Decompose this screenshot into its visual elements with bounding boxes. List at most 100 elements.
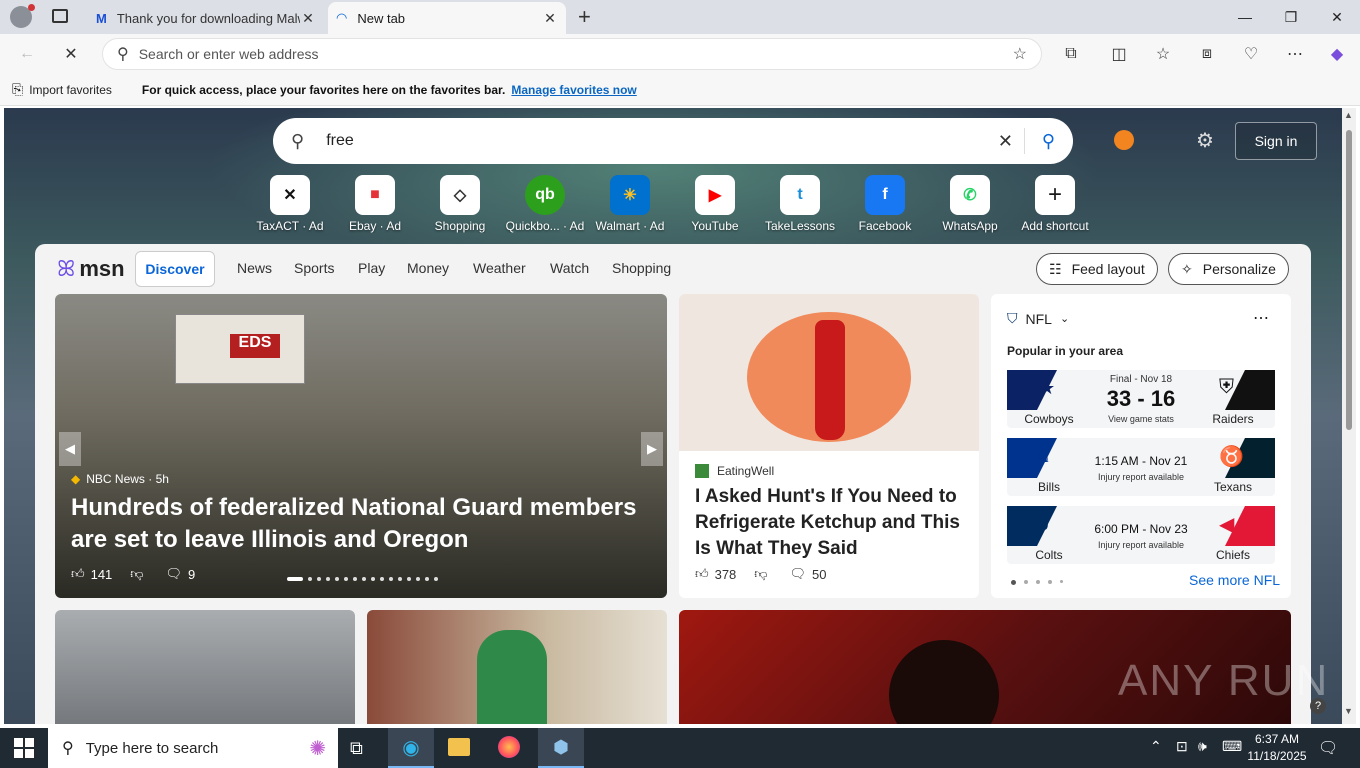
shortcut-facebook[interactable]: f Facebook [842, 175, 928, 233]
taskbar-search-input[interactable]: Type here to search [86, 740, 219, 757]
restore-icon[interactable]: ❐ [1268, 0, 1314, 34]
scroll-down-icon[interactable]: ▼ [1344, 706, 1353, 716]
next-arrow-icon[interactable]: ▶ [641, 432, 663, 466]
clock-time[interactable]: 6:37 AM [1248, 732, 1306, 746]
close-window-icon[interactable]: ✕ [1314, 0, 1360, 34]
shortcut-quickbooks[interactable]: qb Quickbo... · Ad [502, 175, 588, 233]
shortcut-takelessons[interactable]: t TakeLessons [757, 175, 843, 233]
settings-gear-icon[interactable]: ⚙ [1196, 128, 1214, 153]
scroll-up-icon[interactable]: ▲ [1344, 110, 1353, 120]
search-input[interactable]: free [326, 132, 354, 150]
like-icon[interactable]: 👍︎ [71, 566, 85, 582]
tab-title: Thank you for downloading Malw [116, 10, 300, 26]
windows-start-icon[interactable] [14, 738, 34, 758]
comment-icon[interactable]: 🗨︎ [166, 566, 183, 582]
feed-layout-button[interactable]: ☷ Feed layout [1036, 253, 1158, 285]
article-card[interactable] [367, 610, 667, 724]
page-scrollbar[interactable]: ▲ ▼ [1342, 108, 1356, 724]
game-row[interactable]: ♞ ♉ Bills Texans 1:15 AM - Nov 21 Injury… [1007, 438, 1275, 496]
show-hidden-icons[interactable]: ⌃ [1150, 738, 1162, 755]
nav-play[interactable]: Play [358, 260, 385, 276]
search-box[interactable]: ⚲ free ✕ ⚲ [273, 118, 1073, 164]
like-icon[interactable]: 👍︎ [695, 566, 709, 582]
favorites-icon[interactable]: ☆ [1150, 42, 1176, 66]
nav-weather[interactable]: Weather [473, 260, 526, 276]
shortcut-taxact[interactable]: ✕ TaxACT · Ad [247, 175, 333, 233]
add-shortcut-button[interactable]: + Add shortcut [1012, 175, 1098, 233]
nfl-title: NFL [1025, 310, 1052, 327]
prev-arrow-icon[interactable]: ◀ [59, 432, 81, 466]
favorite-star-icon[interactable]: ☆ [1013, 44, 1027, 64]
nav-shopping[interactable]: Shopping [612, 260, 671, 276]
shortcut-shopping[interactable]: ◇ Shopping [417, 175, 503, 233]
manage-favorites-link[interactable]: Manage favorites now [511, 83, 636, 97]
firefox-icon[interactable] [498, 736, 520, 758]
copilot-icon[interactable]: ◆ [1324, 42, 1350, 66]
personalize-button[interactable]: ✧ Personalize [1168, 253, 1289, 285]
notification-center-icon[interactable]: 🗨︎ [1318, 738, 1338, 758]
game-row[interactable]: ∪ ◀ Colts Chiefs 6:00 PM - Nov 23 Injury… [1007, 506, 1275, 564]
nav-money[interactable]: Money [407, 260, 449, 276]
extensions-icon[interactable]: ⧉ [1058, 42, 1084, 66]
new-tab-icon[interactable]: + [578, 4, 591, 30]
game-note[interactable]: View game stats [1077, 414, 1205, 424]
help-icon[interactable]: ? [1310, 698, 1326, 714]
game-note[interactable]: Injury report available [1077, 540, 1205, 550]
close-tab-icon[interactable]: ✕ [300, 10, 316, 27]
back-icon[interactable]: ← [14, 42, 40, 66]
game-note[interactable]: Injury report available [1077, 472, 1205, 482]
nav-sports[interactable]: Sports [294, 260, 334, 276]
network-icon[interactable]: ⊡ [1176, 738, 1188, 755]
tab-actions-icon[interactable] [52, 9, 68, 23]
address-input[interactable]: Search or enter web address [139, 46, 319, 62]
nfl-header[interactable]: ⛉ NFL ⌄ [1007, 310, 1069, 327]
search-submit-icon[interactable]: ⚲ [1042, 131, 1055, 152]
keyboard-icon[interactable]: ⌨ [1222, 738, 1242, 755]
article-card[interactable] [55, 610, 355, 724]
stop-icon[interactable]: ✕ [58, 42, 84, 66]
dislike-icon[interactable]: 👎︎ [130, 566, 143, 582]
sign-in-button[interactable]: Sign in [1235, 122, 1317, 160]
scroll-thumb[interactable] [1346, 130, 1352, 430]
msn-logo[interactable]: ꕤ msn [57, 256, 125, 282]
shortcut-walmart[interactable]: ✳ Walmart · Ad [587, 175, 673, 233]
shortcut-label: Shopping [434, 219, 486, 233]
dislike-icon[interactable]: 👎︎ [754, 566, 767, 582]
address-bar[interactable]: ⚲ Search or enter web address ☆ [102, 38, 1042, 70]
browser-essentials-icon[interactable]: ♡ [1238, 42, 1264, 66]
eatingwell-logo-icon [695, 464, 709, 478]
task-view-icon[interactable]: ⧉ [350, 738, 363, 759]
clock-date[interactable]: 11/18/2025 [1244, 749, 1310, 763]
shortcut-youtube[interactable]: ▶ YouTube [672, 175, 758, 233]
away-team: Chiefs [1215, 548, 1250, 562]
taskbar-search-box[interactable]: ⚲ Type here to search ✺ [48, 728, 338, 768]
split-screen-icon[interactable]: ◫ [1106, 42, 1132, 66]
comment-icon[interactable]: 🗨︎ [790, 566, 807, 582]
import-favorites-button[interactable]: Import favorites [29, 83, 112, 97]
tab-new-tab[interactable]: ◠ New tab ✕ [328, 2, 566, 34]
nav-watch[interactable]: Watch [550, 260, 589, 276]
more-menu-icon[interactable]: ⋯ [1282, 42, 1308, 66]
more-options-icon[interactable]: ⋯ [1253, 308, 1269, 328]
see-more-nfl-link[interactable]: See more NFL [1189, 572, 1280, 588]
nav-news[interactable]: News [237, 260, 272, 276]
rewards-icon[interactable] [1114, 130, 1134, 150]
clear-search-icon[interactable]: ✕ [998, 131, 1013, 152]
minimize-icon[interactable]: — [1222, 0, 1268, 34]
article-title[interactable]: Hundreds of federalized National Guard m… [71, 492, 641, 556]
game-row[interactable]: ★ ⛨ Cowboys Raiders Final - Nov 18 33 - … [1007, 370, 1275, 428]
article-card-eatingwell[interactable]: EatingWell I Asked Hunt's If You Need to… [679, 294, 979, 598]
tab-malwarebytes[interactable]: M Thank you for downloading Malw ✕ [88, 2, 324, 34]
article-title[interactable]: I Asked Hunt's If You Need to Refrigerat… [695, 484, 967, 562]
hero-article-card[interactable]: EDS ◀ ▶ ◆ NBC News · 5h Hundreds of fede… [55, 294, 667, 598]
edge-taskbar-icon[interactable]: ◉ [388, 728, 434, 768]
game-status: Final - Nov 18 [1109, 374, 1173, 385]
nav-discover[interactable]: Discover [135, 251, 215, 287]
file-explorer-icon[interactable] [448, 738, 470, 756]
shortcut-ebay[interactable]: ■ Ebay · Ad [332, 175, 418, 233]
close-tab-icon[interactable]: ✕ [542, 10, 558, 27]
collections-icon[interactable]: ⧈ [1194, 42, 1220, 66]
shortcut-whatsapp[interactable]: ✆ WhatsApp [927, 175, 1013, 233]
volume-icon[interactable]: 🕪︎ [1198, 738, 1207, 755]
anyrun-taskbar-icon[interactable]: ⬢ [538, 728, 584, 768]
